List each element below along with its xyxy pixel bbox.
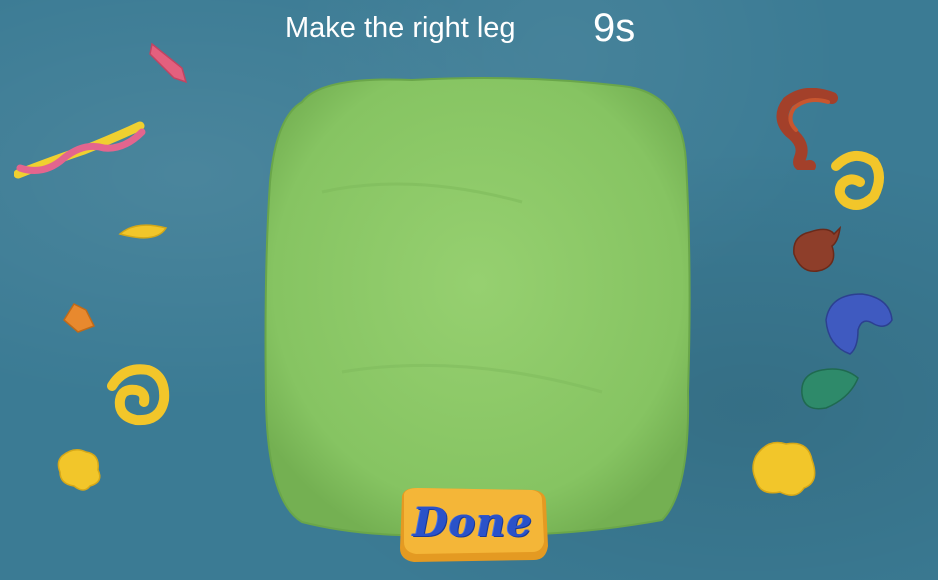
yellow-blob-piece[interactable]: [54, 444, 106, 496]
teal-drop-piece[interactable]: [796, 364, 862, 414]
pink-diamond-piece[interactable]: [146, 38, 190, 86]
yellow-spiral-piece[interactable]: [104, 360, 172, 428]
done-label: Done: [413, 498, 533, 546]
brown-cone-piece[interactable]: [788, 224, 844, 276]
header: Make the right leg 9s: [0, 6, 938, 52]
yellow-blob-piece[interactable]: [748, 436, 820, 502]
pink-yellow-twist-piece[interactable]: [14, 120, 146, 180]
instruction-text: Make the right leg: [285, 12, 516, 44]
dough-sheet[interactable]: [262, 72, 696, 542]
orange-chunk-piece[interactable]: [60, 300, 98, 336]
timer: 9s: [593, 6, 636, 50]
done-button[interactable]: Done: [396, 486, 550, 564]
yellow-leaf-piece[interactable]: [116, 218, 170, 246]
yellow-spiral-piece[interactable]: [826, 146, 886, 214]
blue-crescent-piece[interactable]: [820, 290, 896, 358]
